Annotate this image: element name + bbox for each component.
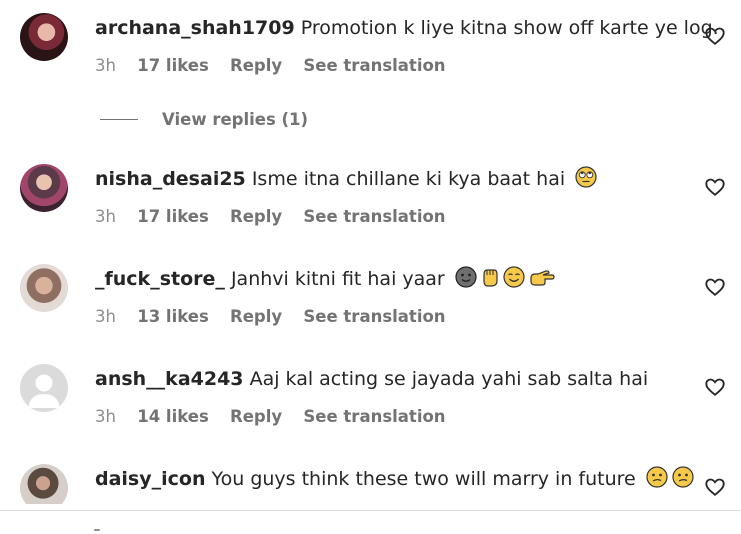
- like-heart-icon[interactable]: [704, 476, 726, 498]
- comment-item: daisy_icon You guys think these two will…: [0, 0, 741, 504]
- comment-text: You guys think these two will marry in f…: [211, 468, 636, 490]
- section-divider: [0, 510, 741, 511]
- confused-face-icon: [646, 466, 668, 488]
- user-avatar[interactable]: [20, 464, 68, 504]
- confused-face-icon: [672, 466, 694, 488]
- clipped-element: [94, 529, 100, 531]
- comment-username[interactable]: daisy_icon: [95, 468, 205, 490]
- comment-body: daisy_icon You guys think these two will…: [95, 466, 694, 492]
